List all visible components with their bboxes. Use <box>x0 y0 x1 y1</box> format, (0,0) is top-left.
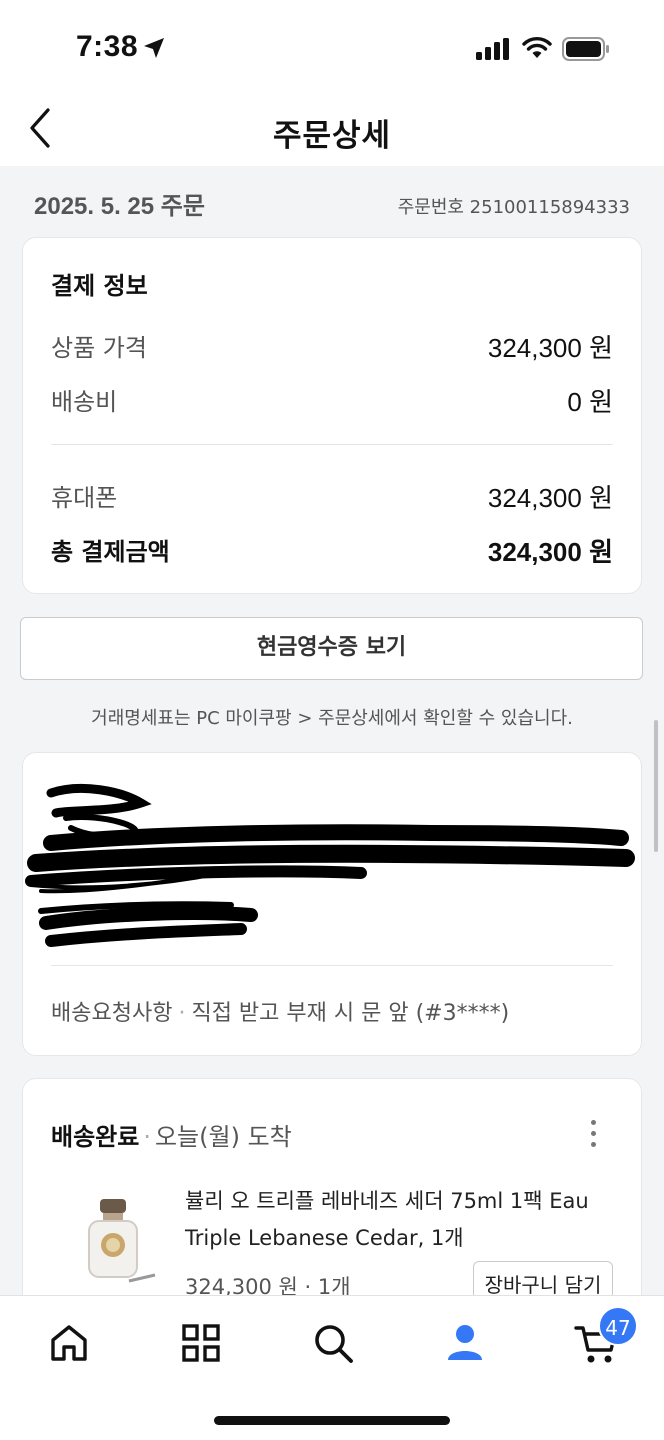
shipping-fee-row: 배송비 0 원 <box>51 382 613 417</box>
row-label: 배송비 <box>51 388 118 416</box>
product-thumbnail[interactable] <box>67 1189 163 1289</box>
row-label: 휴대폰 <box>51 484 118 512</box>
statement-notice: 거래명세표는 PC 마이쿠팡 > 주문상세에서 확인할 수 있습니다. <box>91 708 573 729</box>
wifi-icon <box>522 37 552 58</box>
redaction-scribble <box>25 783 635 947</box>
location-arrow-icon <box>144 38 164 58</box>
shipment-status-label: 배송완료 <box>51 1123 140 1151</box>
price-row: 상품 가격 324,300 원 <box>51 328 613 363</box>
payment-method-row: 휴대폰 324,300 원 <box>51 478 613 513</box>
tab-categories[interactable] <box>176 1318 226 1368</box>
total-row: 총 결제금액 324,300 원 <box>51 532 613 567</box>
row-value: 324,300 원 <box>487 333 613 363</box>
product-name[interactable]: 뷸리 오 트리플 레바네즈 세더 75ml 1팩 Eau Triple Leba… <box>185 1183 615 1257</box>
cellular-signal-icon <box>476 38 509 60</box>
user-icon <box>448 1325 482 1360</box>
row-value: 324,300 원 <box>487 537 613 567</box>
payment-title: 결제 정보 <box>51 272 148 300</box>
grid-icon <box>182 1324 220 1362</box>
status-bar: 7:38 <box>0 0 664 92</box>
delivery-address-card: 배송요청사항 · 직접 받고 부재 시 문 앞 (#3****) <box>22 752 642 1056</box>
row-value: 324,300 원 <box>487 483 613 513</box>
tab-search[interactable] <box>308 1318 358 1368</box>
delivery-request-label: 배송요청사항 <box>51 1001 173 1026</box>
delivery-request-value: 직접 받고 부재 시 문 앞 (#3****) <box>191 1001 510 1026</box>
cart-count-badge: 47 <box>598 1306 638 1346</box>
nav-bar: 주문상세 <box>0 92 664 166</box>
search-icon <box>315 1325 353 1363</box>
payment-info-card: 결제 정보 상품 가격 324,300 원 배송비 0 원 휴대폰 324,30… <box>22 237 642 594</box>
home-icon <box>51 1325 87 1361</box>
battery-icon <box>562 37 609 61</box>
tab-my-page[interactable] <box>440 1318 490 1368</box>
order-date: 2025. 5. 25 주문 <box>34 193 205 220</box>
divider <box>51 965 613 966</box>
tab-home[interactable] <box>44 1318 94 1368</box>
divider <box>51 444 613 445</box>
home-indicator[interactable] <box>214 1416 450 1425</box>
arrival-text: 오늘(월) 도착 <box>154 1123 292 1151</box>
cash-receipt-button[interactable]: 현금영수증 보기 <box>20 617 643 680</box>
scrollbar[interactable] <box>654 720 658 852</box>
page-title: 주문상세 <box>272 118 392 154</box>
row-label: 상품 가격 <box>51 334 147 362</box>
status-time: 7:38 <box>76 30 139 63</box>
separator-dot: · <box>143 1123 151 1151</box>
row-value: 0 원 <box>567 387 613 417</box>
more-options-button[interactable] <box>585 1117 601 1147</box>
row-label: 총 결제금액 <box>51 538 170 566</box>
separator-dot: · <box>178 1001 186 1026</box>
kebab-menu-icon <box>585 1120 601 1147</box>
order-number: 주문번호 25100115894333 <box>397 197 630 218</box>
delivery-request: 배송요청사항 · 직접 받고 부재 시 문 앞 (#3****) <box>51 995 509 1027</box>
shipment-status: 배송완료 · 오늘(월) 도착 <box>51 1117 292 1152</box>
